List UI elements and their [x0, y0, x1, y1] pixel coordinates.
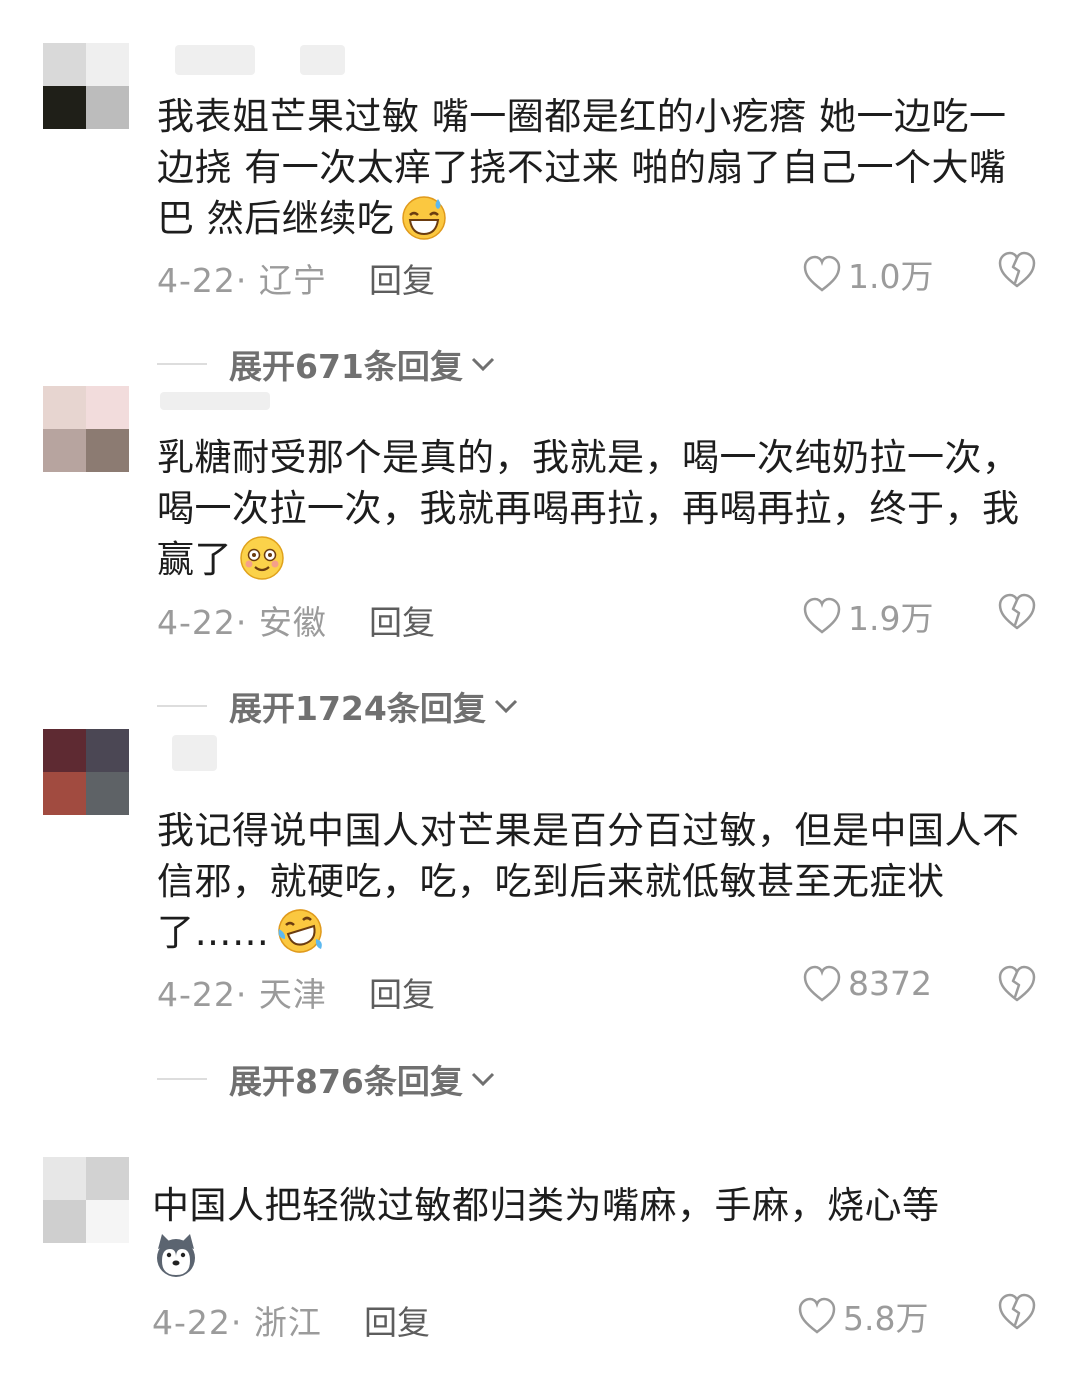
date-region: 4-22· 天津 — [157, 975, 327, 1014]
comment-body: 中国人把轻微过敏都归类为嘴麻，手麻，烧心等 — [152, 1184, 940, 1227]
like-button[interactable]: 5.8万 — [797, 1292, 928, 1340]
reply-button[interactable]: 回复 — [369, 596, 435, 644]
chevron-down-icon — [471, 1072, 494, 1087]
username-blurred[interactable] — [160, 392, 270, 410]
divider-line — [157, 363, 207, 365]
avatar-tile — [86, 86, 129, 129]
avatar[interactable] — [43, 1157, 129, 1243]
divider-line — [157, 1078, 207, 1080]
comment-meta: 4-22· 辽宁 回复 1.0万 — [157, 251, 1047, 300]
avatar-tile — [43, 386, 86, 429]
expand-label: 展开876条回复 — [229, 1062, 463, 1101]
like-count: 1.0万 — [848, 257, 934, 296]
expand-label: 展开1724条回复 — [229, 689, 486, 728]
date-region: 4-22· 安徽 — [157, 603, 327, 642]
avatar-tile — [43, 1200, 86, 1243]
avatar-tile — [86, 386, 129, 429]
date-region: 4-22· 辽宁 — [157, 261, 327, 300]
date-region: 4-22· 浙江 — [152, 1303, 322, 1342]
comment-body: 乳糖耐受那个是真的，我就是，喝一次纯奶拉一次，喝一次拉一次，我就再喝再拉，再喝再… — [157, 436, 1020, 581]
divider-line — [157, 705, 207, 707]
grinning-sweat-emoji — [402, 196, 447, 240]
chevron-down-icon — [494, 699, 517, 714]
broken-heart-icon[interactable] — [997, 592, 1037, 632]
like-button[interactable]: 1.9万 — [802, 592, 933, 640]
comment-meta: 4-22· 安徽 回复 1.9万 — [157, 593, 1047, 642]
like-count: 5.8万 — [843, 1299, 929, 1338]
expand-replies-button[interactable]: 展开1724条回复 — [157, 684, 520, 728]
like-button[interactable]: 8372 — [802, 964, 932, 1003]
reply-button[interactable]: 回复 — [369, 254, 435, 302]
tears-of-joy-emoji — [277, 909, 322, 953]
reply-button[interactable]: 回复 — [369, 968, 435, 1016]
username-blurred[interactable] — [175, 45, 255, 75]
like-count: 8372 — [848, 964, 932, 1003]
like-count: 1.9万 — [848, 599, 934, 638]
avatar-tile — [43, 772, 86, 815]
broken-heart-icon[interactable] — [997, 250, 1037, 290]
comment-meta: 4-22· 天津 回复 8372 — [157, 964, 1047, 1014]
smiling-eyes-emoji — [240, 536, 284, 580]
avatar-tile — [86, 729, 129, 772]
comment-text: 我表姐芒果过敏 嘴一圈都是红的小疙瘩 她一边吃一边挠 有一次太痒了挠不过来 啪的… — [157, 91, 1037, 244]
comment-meta: 4-22· 浙江 回复 5.8万 — [152, 1293, 1042, 1342]
comment-text: 乳糖耐受那个是真的，我就是，喝一次纯奶拉一次，喝一次拉一次，我就再喝再拉，再喝再… — [157, 432, 1037, 585]
avatar-tile — [86, 429, 129, 472]
heart-icon — [803, 965, 841, 1002]
comment-text: 中国人把轻微过敏都归类为嘴麻，手麻，烧心等 — [152, 1180, 1002, 1282]
avatar-tile — [43, 86, 86, 129]
avatar[interactable] — [43, 386, 129, 472]
avatar-tile — [86, 772, 129, 815]
expand-replies-button[interactable]: 展开876条回复 — [157, 1057, 497, 1101]
expand-replies-button[interactable]: 展开671条回复 — [157, 342, 497, 386]
husky-emoji — [157, 1234, 195, 1277]
avatar-tile — [86, 1200, 129, 1243]
like-button[interactable]: 1.0万 — [802, 250, 933, 298]
expand-label: 展开671条回复 — [229, 347, 463, 386]
heart-icon — [798, 1297, 836, 1334]
comment-text: 我记得说中国人对芒果是百分百过敏，但是中国人不信邪，就硬吃，吃，吃到后来就低敏甚… — [157, 805, 1037, 958]
avatar[interactable] — [43, 729, 129, 815]
username-blurred — [300, 45, 345, 75]
avatar-tile — [43, 729, 86, 772]
username-blurred[interactable] — [172, 735, 217, 771]
avatar-tile — [43, 1157, 86, 1200]
reply-button[interactable]: 回复 — [364, 1296, 430, 1344]
avatar-tile — [86, 43, 129, 86]
comment-body: 我表姐芒果过敏 嘴一圈都是红的小疙瘩 她一边吃一边挠 有一次太痒了挠不过来 啪的… — [157, 95, 1007, 240]
avatar-tile — [86, 1157, 129, 1200]
avatar-tile — [43, 429, 86, 472]
avatar[interactable] — [43, 43, 129, 129]
broken-heart-icon[interactable] — [997, 964, 1037, 1004]
heart-icon — [803, 255, 841, 292]
chevron-down-icon — [471, 357, 494, 372]
broken-heart-icon[interactable] — [997, 1292, 1037, 1332]
heart-icon — [803, 597, 841, 634]
avatar-tile — [43, 43, 86, 86]
